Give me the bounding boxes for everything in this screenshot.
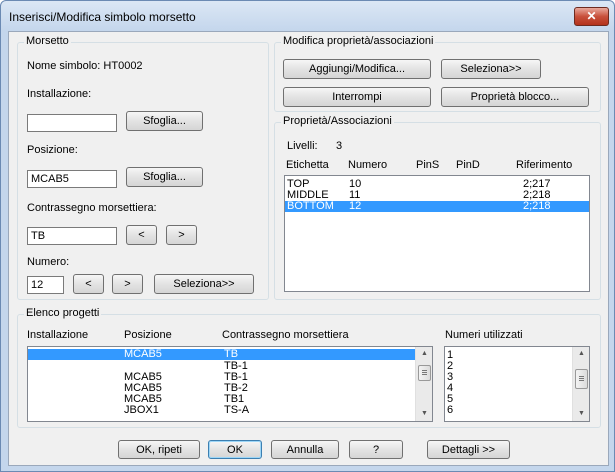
posizione-cell: JBOX1 (124, 404, 159, 416)
contrassegno-prev-button[interactable]: < (126, 225, 157, 245)
col-contrassegno: Contrassegno morsettiera (222, 329, 349, 341)
list-item[interactable]: 6 (447, 405, 453, 416)
seleziona-button[interactable]: Seleziona>> (441, 59, 541, 79)
contrassegno-cell: TS-A (224, 404, 250, 416)
installazione-label: Installazione: (27, 88, 92, 100)
list-item-selected[interactable]: MCAB5 TB (28, 349, 415, 360)
contrassegno-next-button[interactable]: > (166, 225, 197, 245)
table-row-selected[interactable]: BOTTOM 12 2;218 (285, 201, 589, 212)
proprieta-group-label: Proprietà/Associazioni (281, 115, 394, 127)
progetti-scrollbar[interactable]: ▲ ▼ (415, 347, 432, 421)
numero-seleziona-button[interactable]: Seleziona>> (154, 274, 254, 294)
morsetto-group: Morsetto Nome simbolo: HT0002 Installazi… (17, 35, 269, 300)
ok-button[interactable]: OK (208, 440, 262, 459)
livelli-label: Livelli: (287, 140, 318, 152)
title-bar[interactable]: Inserisci/Modifica simbolo morsetto ✕ (1, 1, 614, 31)
help-button[interactable]: ? (349, 440, 403, 459)
numero-cell: 12 (349, 200, 362, 212)
scroll-thumb[interactable] (575, 369, 588, 389)
progetti-list[interactable]: MCAB5 TB TB-1 MCAB5 TB-1 MCAB5 TB-2 MCAB… (27, 346, 433, 422)
posizione-label: Posizione: (27, 144, 78, 156)
proprieta-list[interactable]: TOP 10 2;217 MIDDLE 11 2;218 BOTTOM 12 2… (284, 175, 590, 292)
numero-next-button[interactable]: > (112, 274, 143, 294)
list-item[interactable]: TB-1 (28, 361, 415, 372)
etichetta-cell: BOTTOM (287, 200, 334, 212)
progetti-group-label: Elenco progetti (24, 307, 102, 319)
modifica-group: Modifica proprietà/associazioni Aggiungi… (274, 35, 601, 112)
numero-label: Numero: (27, 256, 70, 268)
close-button[interactable]: ✕ (574, 7, 609, 26)
numeri-utilizzati-label: Numeri utilizzati (445, 329, 523, 341)
livelli-value: 3 (336, 140, 343, 152)
dettagli-button[interactable]: Dettagli >> (427, 440, 510, 459)
installazione-input[interactable] (27, 114, 117, 132)
nome-simbolo-label: Nome simbolo: HT0002 (27, 60, 143, 72)
list-item[interactable]: MCAB5 TB-2 (28, 383, 415, 394)
scroll-up-icon[interactable]: ▲ (416, 347, 432, 361)
scroll-thumb[interactable] (418, 365, 431, 381)
posizione-input[interactable]: MCAB5 (27, 170, 117, 188)
interrompi-button[interactable]: Interrompi (283, 87, 431, 107)
col-installazione: Installazione (27, 329, 89, 341)
riferimento-cell: 2;218 (523, 200, 551, 212)
col-pind: PinD (456, 159, 480, 171)
contrassegno-label: Contrassegno morsettiera: (27, 202, 157, 214)
col-numero: Numero (348, 159, 388, 171)
numeri-list[interactable]: 1 2 3 4 5 6 ▲ ▼ (444, 346, 590, 422)
list-item[interactable]: MCAB5 TB1 (28, 394, 415, 405)
numero-input[interactable]: 12 (27, 276, 64, 294)
list-item[interactable]: JBOX1 TS-A (28, 405, 415, 416)
numeri-scrollbar[interactable]: ▲ ▼ (572, 347, 589, 421)
scroll-down-icon[interactable]: ▼ (573, 407, 589, 421)
list-item[interactable]: MCAB5 TB-1 (28, 372, 415, 383)
aggiungi-modifica-button[interactable]: Aggiungi/Modifica... (283, 59, 431, 79)
morsetto-group-label: Morsetto (24, 35, 71, 47)
installazione-sfoglia-button[interactable]: Sfoglia... (126, 111, 203, 131)
annulla-button[interactable]: Annulla (271, 440, 339, 459)
scroll-up-icon[interactable]: ▲ (573, 347, 589, 361)
proprieta-group: Proprietà/Associazioni Livelli: 3 Etiche… (274, 115, 601, 300)
col-pins: PinS (416, 159, 440, 171)
dialog-client: Morsetto Nome simbolo: HT0002 Installazi… (8, 31, 609, 466)
close-icon: ✕ (586, 9, 597, 23)
col-riferimento: Riferimento (516, 159, 573, 171)
col-etichetta: Etichetta (286, 159, 329, 171)
contrassegno-cell: TB (224, 348, 239, 360)
col-posizione: Posizione (124, 329, 172, 341)
numero-prev-button[interactable]: < (73, 274, 104, 294)
dialog-window: Inserisci/Modifica simbolo morsetto ✕ Mo… (0, 0, 615, 472)
window-title: Inserisci/Modifica simbolo morsetto (9, 10, 196, 24)
scroll-down-icon[interactable]: ▼ (416, 407, 432, 421)
modifica-group-label: Modifica proprietà/associazioni (281, 35, 436, 47)
posizione-cell: MCAB5 (124, 348, 162, 360)
progetti-group: Elenco progetti Installazione Posizione … (17, 307, 601, 428)
contrassegno-input[interactable]: TB (27, 227, 117, 245)
posizione-sfoglia-button[interactable]: Sfoglia... (126, 167, 203, 187)
ok-ripeti-button[interactable]: OK, ripeti (118, 440, 200, 459)
proprieta-blocco-button[interactable]: Proprietà blocco... (441, 87, 589, 107)
